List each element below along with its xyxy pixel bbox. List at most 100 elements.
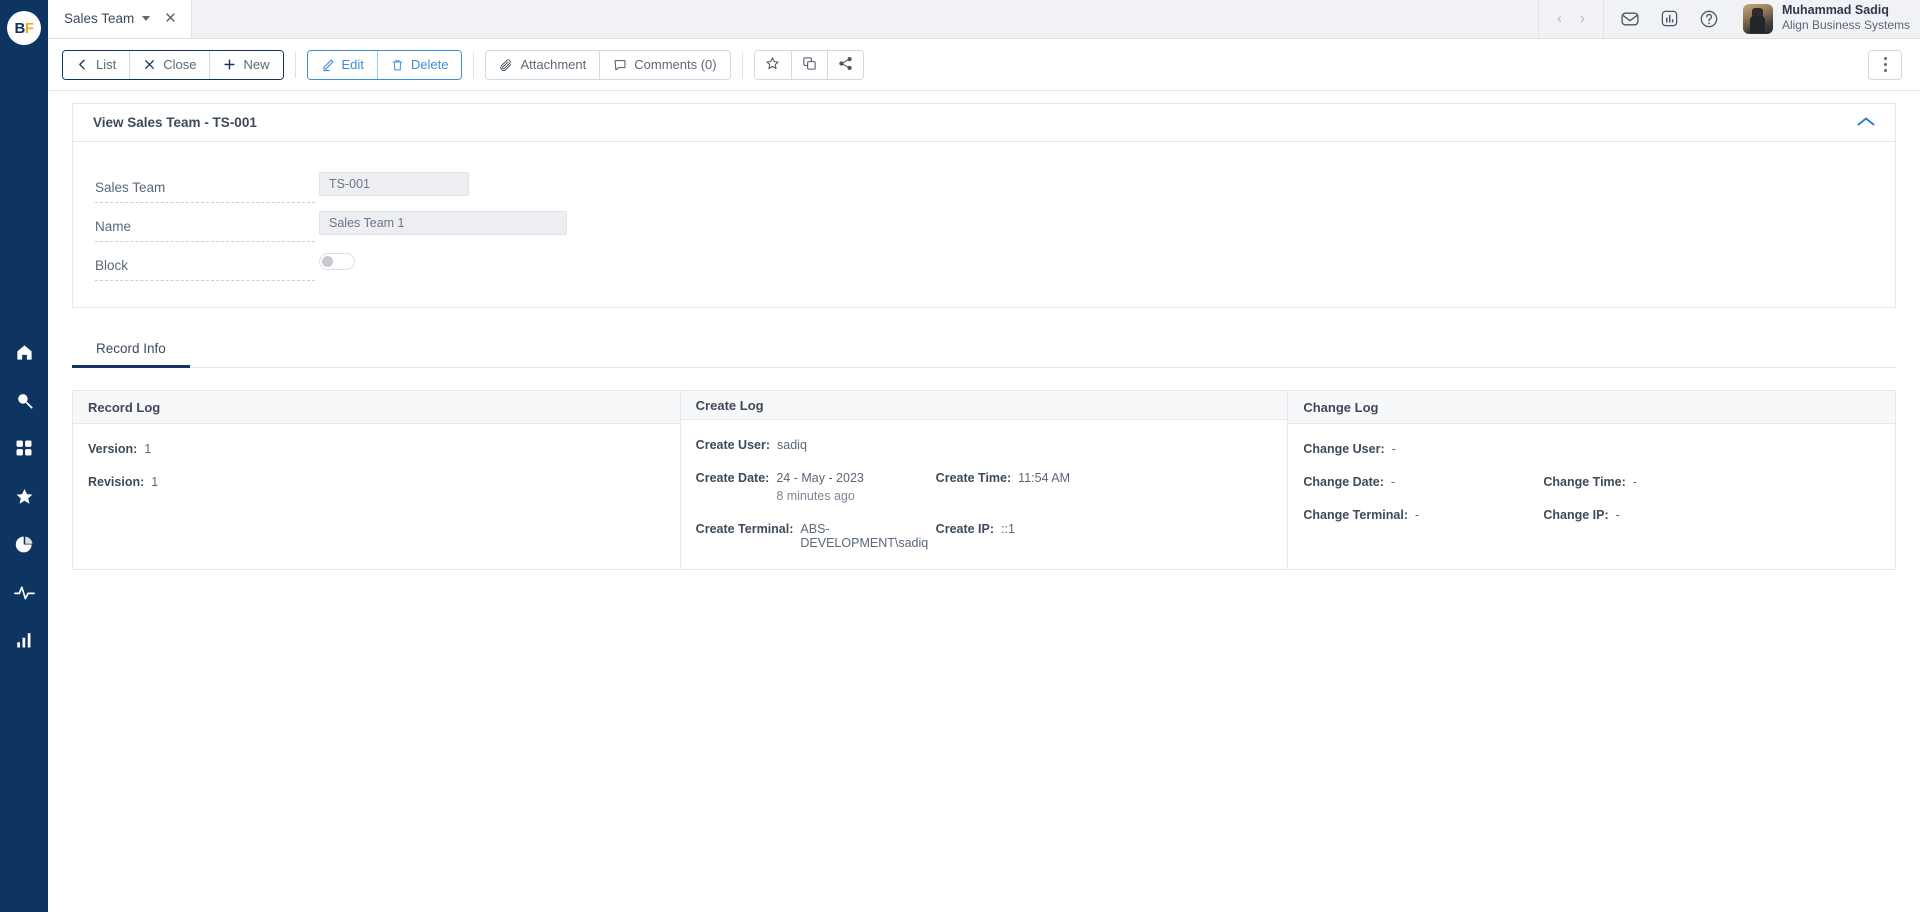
dot-1 bbox=[1883, 57, 1887, 60]
tab-label: Sales Team bbox=[64, 11, 135, 26]
user-name: Muhammad Sadiq bbox=[1781, 3, 1889, 18]
user-menu[interactable]: Muhammad Sadiq Align Business Systems bbox=[1735, 3, 1910, 34]
chevron-up-icon bbox=[1857, 114, 1875, 132]
block-toggle[interactable] bbox=[319, 253, 355, 270]
create-time-value: 11:54 AM bbox=[1018, 471, 1071, 485]
change-ip-key: Change IP: bbox=[1543, 508, 1609, 522]
close-button[interactable]: Close bbox=[129, 50, 210, 79]
field-row-block: Block bbox=[73, 242, 1895, 281]
nav-back-icon[interactable]: ‹ bbox=[1557, 11, 1562, 26]
chevron-down-icon[interactable] bbox=[142, 16, 151, 21]
field-label-name: Name bbox=[95, 219, 315, 242]
change-ip-cell: Change IP: - bbox=[1543, 508, 1619, 522]
logo-letter-b: B bbox=[14, 19, 25, 37]
record-log-panel: Record Log Version: 1 Revision: 1 bbox=[73, 391, 681, 569]
bar-chart-icon bbox=[15, 631, 33, 649]
card-header: View Sales Team - TS-001 bbox=[73, 104, 1895, 142]
log-row-create-terminal: Create Terminal: ABS-DEVELOPMENT\sadiq C… bbox=[696, 522, 1273, 550]
help-icon[interactable] bbox=[1699, 9, 1719, 29]
share-icon bbox=[838, 56, 853, 74]
change-terminal-cell: Change Terminal: - bbox=[1303, 508, 1543, 522]
field-label-block: Block bbox=[95, 258, 315, 281]
close-button-label: Close bbox=[163, 57, 197, 72]
change-user-key: Change User: bbox=[1303, 442, 1385, 456]
user-organization: Align Business Systems bbox=[1781, 18, 1910, 33]
report-icon[interactable] bbox=[1660, 9, 1679, 28]
sidebar-item-favorites[interactable] bbox=[0, 472, 48, 520]
user-info: Muhammad Sadiq Align Business Systems bbox=[1782, 3, 1910, 34]
comments-button[interactable]: Comments (0) bbox=[599, 50, 730, 79]
sales-team-input[interactable]: TS-001 bbox=[319, 171, 469, 196]
app-logo[interactable]: BF bbox=[0, 0, 48, 56]
record-tabstrip: Record Info bbox=[72, 330, 1896, 368]
favorite-button[interactable] bbox=[754, 50, 791, 79]
record-nav-group: List Close New bbox=[62, 49, 284, 80]
version-value: 1 bbox=[144, 442, 152, 456]
tab-sales-team[interactable]: Sales Team ✕ bbox=[48, 0, 192, 38]
sidebar-item-reports[interactable] bbox=[0, 616, 48, 664]
change-terminal-value: - bbox=[1415, 508, 1420, 522]
share-button[interactable] bbox=[826, 50, 863, 79]
search-icon bbox=[15, 391, 34, 410]
change-terminal-key: Change Terminal: bbox=[1303, 508, 1408, 522]
top-bar-actions bbox=[1602, 0, 1735, 38]
log-panels: Record Log Version: 1 Revision: 1 Create… bbox=[72, 390, 1896, 570]
sidebar-item-apps[interactable] bbox=[0, 424, 48, 472]
change-time-cell: Change Time: - bbox=[1543, 475, 1637, 489]
log-row-change-terminal: Change Terminal: - Change IP: - bbox=[1303, 508, 1880, 522]
create-date-cell: Create Date: 24 - May - 2023 8 minutes a… bbox=[696, 471, 936, 503]
new-button-label: New bbox=[243, 57, 270, 72]
sidebar-item-home[interactable] bbox=[0, 328, 48, 376]
create-date-value-wrap: 24 - May - 2023 8 minutes ago bbox=[776, 471, 864, 503]
create-log-body: Create User: sadiq Create Date: 24 - May… bbox=[681, 420, 1288, 569]
create-time-key: Create Time: bbox=[935, 471, 1012, 485]
dot-3 bbox=[1883, 69, 1887, 72]
name-input[interactable]: Sales Team 1 bbox=[319, 210, 567, 235]
change-date-value: - bbox=[1390, 475, 1396, 489]
close-icon[interactable]: ✕ bbox=[164, 11, 177, 26]
list-button[interactable]: List bbox=[63, 50, 130, 79]
tab-record-info[interactable]: Record Info bbox=[72, 330, 190, 368]
app-root: BF Sales Team ✕ ‹ › Muhammad Sadiq Align… bbox=[0, 0, 1920, 912]
create-log-panel: Create Log Create User: sadiq Create Dat… bbox=[680, 391, 1289, 569]
change-user-cell: Change User: - bbox=[1303, 442, 1543, 456]
nav-forward-icon[interactable]: › bbox=[1580, 11, 1585, 26]
action-toolbar: List Close New Edit Delete Attachment Co… bbox=[48, 39, 1920, 91]
field-row-name: Name Sales Team 1 bbox=[73, 203, 1895, 242]
delete-button[interactable]: Delete bbox=[376, 50, 462, 79]
change-user-value: - bbox=[1391, 442, 1396, 456]
log-row-change-user: Change User: - bbox=[1303, 442, 1880, 456]
create-log-title: Create Log bbox=[680, 391, 1288, 420]
more-options-button[interactable] bbox=[1868, 49, 1902, 80]
create-date-relative: 8 minutes ago bbox=[776, 489, 855, 503]
create-user-cell: Create User: sadiq bbox=[696, 438, 936, 452]
delete-button-label: Delete bbox=[410, 57, 449, 72]
create-terminal-key: Create Terminal: bbox=[695, 522, 794, 536]
collapse-panel-button[interactable] bbox=[1857, 114, 1875, 132]
create-date-value: 24 - May - 2023 bbox=[776, 471, 864, 485]
sidebar-item-activity[interactable] bbox=[0, 568, 48, 616]
create-ip-key: Create IP: bbox=[935, 522, 995, 536]
toolbar-divider-2 bbox=[473, 51, 475, 78]
edit-delete-group: Edit Delete bbox=[306, 49, 463, 80]
mail-icon[interactable] bbox=[1620, 9, 1640, 29]
star-icon bbox=[15, 487, 34, 506]
create-user-key: Create User: bbox=[695, 438, 771, 452]
page-title: View Sales Team - TS-001 bbox=[93, 115, 257, 130]
dot-2 bbox=[1883, 63, 1887, 66]
attachment-button[interactable]: Attachment bbox=[486, 50, 600, 79]
edit-button[interactable]: Edit bbox=[307, 50, 377, 79]
sidebar-item-analytics[interactable] bbox=[0, 520, 48, 568]
version-key: Version: bbox=[88, 442, 138, 456]
new-button[interactable]: New bbox=[209, 50, 283, 79]
pie-chart-icon bbox=[15, 535, 34, 554]
history-nav: ‹ › bbox=[1537, 0, 1603, 38]
apps-grid-icon bbox=[15, 439, 33, 457]
attachment-comments-group: Attachment Comments (0) bbox=[485, 49, 731, 80]
log-row-change-date: Change Date: - Change Time: - bbox=[1303, 475, 1880, 489]
change-time-value: - bbox=[1632, 475, 1637, 489]
duplicate-button[interactable] bbox=[790, 50, 827, 79]
home-icon bbox=[15, 343, 34, 362]
sidebar-item-search[interactable] bbox=[0, 376, 48, 424]
quick-actions-group bbox=[753, 49, 864, 80]
